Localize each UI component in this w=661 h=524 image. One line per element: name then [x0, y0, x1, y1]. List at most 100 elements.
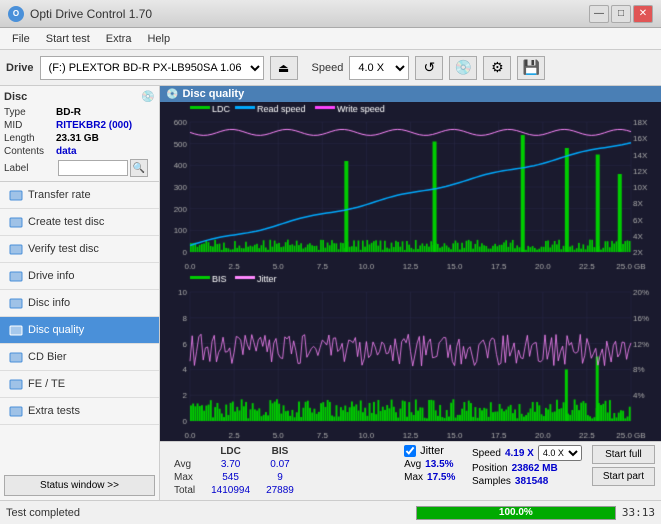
quality-title: Disc quality: [182, 88, 244, 100]
col-bis: BIS: [258, 445, 302, 458]
status-text: Test completed: [6, 507, 410, 519]
cd-bier-icon: [8, 349, 24, 365]
menu-extra[interactable]: Extra: [98, 31, 140, 47]
disc-icon: 💿: [141, 90, 155, 103]
type-label: Type: [4, 107, 56, 118]
menu-start-test[interactable]: Start test: [38, 31, 98, 47]
type-value: BD-R: [56, 107, 81, 118]
stats-row-2: Total 1410994 27889: [166, 484, 302, 497]
speed-label-stat: Speed: [472, 448, 501, 459]
disc-quality-icon: [8, 322, 24, 338]
label-input[interactable]: [58, 160, 128, 176]
stats-bis-0: 0.07: [258, 458, 302, 471]
start-full-button[interactable]: Start full: [592, 445, 655, 464]
speed-info-row: Speed 4.19 X 4.0 X: [472, 445, 582, 461]
chart-top: [160, 102, 661, 272]
stats-bis-2: 27889: [258, 484, 302, 497]
drive-info-icon: [8, 268, 24, 284]
time-display: 33:13: [622, 506, 655, 519]
sidebar-item-drive-info[interactable]: Drive info: [0, 263, 159, 290]
transfer-rate-icon: [8, 187, 24, 203]
contents-label: Contents: [4, 146, 56, 157]
save-button[interactable]: 💾: [517, 56, 545, 80]
drive-label: Drive: [6, 62, 34, 74]
speed-select[interactable]: 4.0 X: [349, 56, 409, 80]
minimize-button[interactable]: —: [589, 5, 609, 23]
cd-bier-label: CD Bier: [28, 351, 67, 363]
disc-title: Disc: [4, 91, 27, 103]
position-row: Position 23862 MB: [472, 463, 582, 474]
jitter-check-row: Jitter: [404, 445, 462, 457]
disc-quality-label: Disc quality: [28, 324, 84, 336]
progress-text: 100.0%: [417, 507, 615, 519]
speed-value: 4.19 X: [505, 448, 534, 459]
mid-value: RITEKBR2 (000): [56, 120, 132, 131]
drive-select[interactable]: (F:) PLEXTOR BD-R PX-LB950SA 1.06: [40, 56, 264, 80]
extra-tests-label: Extra tests: [28, 405, 80, 417]
length-label: Length: [4, 133, 56, 144]
label-icon-button[interactable]: 🔍: [130, 159, 148, 177]
stats-label-1: Max: [166, 471, 203, 484]
drive-bar: Drive (F:) PLEXTOR BD-R PX-LB950SA 1.06 …: [0, 50, 661, 86]
quality-header: 💿 Disc quality: [160, 86, 661, 102]
stats-ldc-0: 3.70: [203, 458, 258, 471]
disc-info-label: Disc info: [28, 297, 70, 309]
chart-bottom: [160, 272, 661, 441]
close-button[interactable]: ✕: [633, 5, 653, 23]
sidebar-item-disc-quality[interactable]: Disc quality: [0, 317, 159, 344]
sidebar: Disc 💿 Type BD-R MID RITEKBR2 (000) Leng…: [0, 86, 160, 500]
verify-test-disc-label: Verify test disc: [28, 243, 99, 255]
col-ldc: LDC: [203, 445, 258, 458]
stats-table: LDC BIS Avg 3.70 0.07 Max 545 9 Total 14…: [166, 445, 394, 497]
extra-tests-icon: [8, 403, 24, 419]
samples-value: 381548: [515, 476, 548, 487]
stats-label-0: Avg: [166, 458, 203, 471]
sidebar-item-transfer-rate[interactable]: Transfer rate: [0, 182, 159, 209]
sidebar-item-disc-info[interactable]: Disc info: [0, 290, 159, 317]
stats-bis-1: 9: [258, 471, 302, 484]
jitter-max-value: 17.5%: [427, 472, 462, 483]
jitter-checkbox[interactable]: [404, 445, 416, 457]
content-area: 💿 Disc quality LDC BIS: [160, 86, 661, 500]
stats-row-0: Avg 3.70 0.07: [166, 458, 302, 471]
disc-button[interactable]: 💿: [449, 56, 477, 80]
eject-button[interactable]: ⏏: [270, 56, 298, 80]
sidebar-item-fe-te[interactable]: FE / TE: [0, 371, 159, 398]
jitter-avg-label: Avg: [404, 459, 421, 470]
stats-ldc-2: 1410994: [203, 484, 258, 497]
disc-panel: Disc 💿 Type BD-R MID RITEKBR2 (000) Leng…: [0, 86, 159, 182]
sidebar-item-extra-tests[interactable]: Extra tests: [0, 398, 159, 425]
sidebar-item-verify-test-disc[interactable]: Verify test disc: [0, 236, 159, 263]
speed-label: Speed: [312, 62, 344, 74]
status-window-button[interactable]: Status window >>: [4, 475, 155, 496]
contents-value: data: [56, 146, 77, 157]
start-part-button[interactable]: Start part: [592, 467, 655, 486]
speed-select-stat[interactable]: 4.0 X: [538, 445, 582, 461]
position-label: Position: [472, 463, 508, 474]
refresh-button[interactable]: ↺: [415, 56, 443, 80]
jitter-label: Jitter: [420, 445, 444, 457]
maximize-button[interactable]: □: [611, 5, 631, 23]
menu-help[interactable]: Help: [139, 31, 178, 47]
window-controls: — □ ✕: [589, 5, 653, 23]
label-label: Label: [4, 163, 56, 174]
sidebar-item-create-test-disc[interactable]: Create test disc: [0, 209, 159, 236]
charts-area: [160, 102, 661, 441]
create-test-disc-icon: [8, 214, 24, 230]
settings-button[interactable]: ⚙: [483, 56, 511, 80]
transfer-rate-label: Transfer rate: [28, 189, 91, 201]
app-icon: O: [8, 6, 24, 22]
stats-ldc-1: 545: [203, 471, 258, 484]
menu-file[interactable]: File: [4, 31, 38, 47]
stats-label-2: Total: [166, 484, 203, 497]
stats-bar: LDC BIS Avg 3.70 0.07 Max 545 9 Total 14…: [160, 441, 661, 500]
sidebar-item-cd-bier[interactable]: CD Bier: [0, 344, 159, 371]
jitter-avg-value: 13.5%: [425, 459, 460, 470]
mid-label: MID: [4, 120, 56, 131]
action-buttons: Start full Start part: [592, 445, 655, 486]
title-bar: O Opti Drive Control 1.70 — □ ✕: [0, 0, 661, 28]
verify-test-disc-icon: [8, 241, 24, 257]
fe-te-label: FE / TE: [28, 378, 65, 390]
disc-info-icon: [8, 295, 24, 311]
fe-te-icon: [8, 376, 24, 392]
